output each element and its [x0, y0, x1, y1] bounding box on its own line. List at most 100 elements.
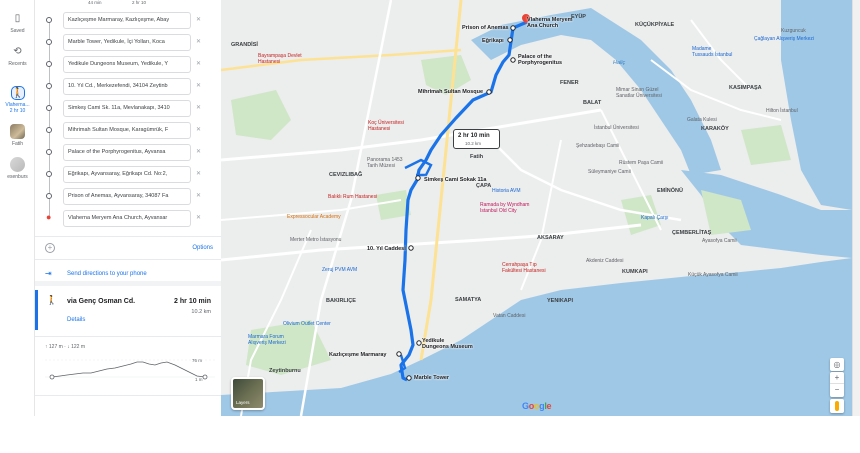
map-label-expressbus[interactable]: Expressocular Academy — [287, 214, 341, 220]
map-label-sehzade[interactable]: Şehzadebaşı Camii — [576, 143, 619, 149]
remove-stop-icon[interactable]: ✕ — [196, 214, 201, 221]
remove-stop-icon[interactable]: ✕ — [196, 16, 201, 23]
map-label-bayrampasa[interactable]: Bayrampaşa Devlet Hastanesi — [258, 53, 302, 65]
route-callout[interactable]: 2 hr 10 min 10.2 km — [453, 129, 500, 149]
google-logo: Google — [522, 401, 552, 411]
map-label-rustem[interactable]: Rüstem Paşa Camii — [619, 160, 663, 166]
zoom-in-button[interactable]: + — [830, 372, 844, 384]
map-label-mihrimah[interactable]: Mihrimah Sultan Mosque — [418, 89, 483, 95]
rail-saved-label: Saved — [10, 28, 25, 34]
map-label-cerrahpasa[interactable]: Cerrahpaşa Tıp Fakültesi Hastanesi — [502, 262, 546, 274]
callout-distance: 10.2 km — [465, 141, 482, 146]
map-label-mimar[interactable]: Mimar Sinan Güzel Sanatlar Üniversitesi — [616, 87, 662, 99]
stop-input[interactable]: 10. Yıl Cd., Merkezefendi, 34104 Zeytinb — [63, 78, 191, 95]
map-label-balikli[interactable]: Balıklı Rum Hastanesi — [328, 194, 377, 200]
remove-stop-icon[interactable]: ✕ — [196, 192, 201, 199]
route-option[interactable]: 🚶 via Genç Osman Cd. 2 hr 10 min 10.2 km… — [35, 290, 221, 330]
phone-send-icon: ⇥ — [45, 269, 52, 278]
map-label-onuncu[interactable]: 10. Yıl Caddesi — [367, 246, 406, 252]
map-label-caglayan[interactable]: Çağlayan Alışveriş Merkezi — [754, 36, 814, 42]
waypoint-dot-icon — [46, 171, 52, 177]
map-label-galata[interactable]: Galata Kulesi — [687, 117, 717, 123]
waypoint-dot-icon — [46, 39, 52, 45]
stop-input[interactable]: Yedikule Dungeons Museum, Yedikule, Y — [63, 56, 191, 73]
stop-input[interactable]: Marble Tower, Yedikule, İçi Yolları, Koc… — [63, 34, 191, 51]
remove-stop-icon[interactable]: ✕ — [196, 170, 201, 177]
app-window: ▯ Saved ⟲ Recents 🚶 Vlaherna... 2 hr 10 … — [0, 0, 860, 416]
send-directions-row[interactable]: ⇥ Send directions to your phone — [35, 261, 221, 286]
map-label-merter[interactable]: Merter Metro İstasyonu — [290, 237, 341, 243]
map-label-zeruj[interactable]: Zeruj PVM AVM — [322, 267, 357, 273]
map-label-istanbul-uni[interactable]: İstanbul Üniversitesi — [594, 125, 639, 131]
rail-place-fatih[interactable]: Fatih — [0, 124, 35, 147]
map-label-kucukayasofya[interactable]: Küçük Ayasofya Camii — [688, 272, 738, 278]
place-thumbnail — [10, 157, 25, 172]
remove-stop-icon[interactable]: ✕ — [196, 38, 201, 45]
layers-button[interactable]: Layers — [231, 377, 265, 410]
waypoint-dot-icon — [46, 105, 52, 111]
destination-input[interactable]: Vlaherna Meryem Ana Church, Ayvansar — [63, 210, 191, 227]
mode-time-right[interactable]: 2 hr 10 — [132, 0, 146, 5]
stop-input[interactable]: Eğrikapı, Ayvansaray, Eğrikapı Cd. No:2, — [63, 166, 191, 183]
options-row: + Options — [35, 236, 221, 260]
elevation-profile: ↑ 127 m · ↓ 122 m 76 m 1 m — [35, 336, 221, 391]
map-label-palace[interactable]: Palace of the Porphyrogenitus — [518, 54, 562, 66]
map-label-kazlicesme[interactable]: Kazlıçeşme Marmaray — [329, 352, 386, 358]
route-details-link[interactable]: Details — [67, 317, 85, 323]
map-label-bakirkoy: BAKIRLIÇE — [326, 298, 356, 304]
zoom-out-button[interactable]: − — [830, 384, 844, 396]
stop-input[interactable]: Palace of the Porphyrogenitus, Ayvansa — [63, 144, 191, 161]
remove-stop-icon[interactable]: ✕ — [196, 104, 201, 111]
map-label-yedikule[interactable]: Yedikule Dungeons Museum — [422, 338, 473, 350]
stop-input[interactable]: Simkeş Cami Sk. 11a, Mevlanakapı, 3410 — [63, 100, 191, 117]
rail-current-route[interactable]: 🚶 Vlaherna... 2 hr 10 — [0, 86, 35, 114]
map-label-prison[interactable]: Prison of Anemas — [462, 25, 509, 31]
walking-icon: 🚶 — [46, 295, 58, 305]
street-view-pegman[interactable] — [830, 399, 844, 413]
map-label-eyup: EYÜP — [571, 14, 586, 20]
page-scrollbar[interactable] — [852, 0, 860, 416]
panel-footer — [35, 395, 221, 416]
rail-recents[interactable]: ⟲ Recents — [0, 45, 35, 67]
add-stop-icon[interactable]: + — [45, 243, 55, 253]
send-directions-link[interactable]: Send directions to your phone — [67, 271, 147, 277]
map-label-fener: FENER — [560, 80, 579, 86]
stop-input[interactable]: Kazlıçeşme Marmaray, Kazlıçeşme, Abay — [63, 12, 191, 29]
map-canvas[interactable]: 2 hr 10 min 10.2 km Vlaherna Meryem Ana … — [221, 0, 852, 416]
options-button[interactable]: Options — [192, 245, 213, 251]
stop-row: Marble Tower, Yedikule, İçi Yolları, Koc… — [44, 34, 214, 51]
map-label-sulemaniye[interactable]: Süleymaniye Camii — [588, 169, 631, 175]
map-label-koc[interactable]: Koç Üniversitesi Hastanesi — [368, 120, 404, 132]
map-label-panorama[interactable]: Panorama 1453 Tarih Müzesi — [367, 157, 403, 169]
remove-stop-icon[interactable]: ✕ — [196, 82, 201, 89]
map-label-ayasofya[interactable]: Ayasofya Camii — [702, 238, 737, 244]
map-label-olivium[interactable]: Olivium Outlet Center — [283, 321, 331, 327]
remove-stop-icon[interactable]: ✕ — [196, 126, 201, 133]
map-label-kapali[interactable]: Kapalı Çarşı — [641, 215, 669, 221]
my-location-button[interactable]: ◎ — [830, 358, 844, 371]
stop-input[interactable]: Mihrimah Sultan Mosque, Karagümrük, F — [63, 122, 191, 139]
map-label-ramada[interactable]: Ramada by Wyndham Istanbul Old City — [480, 202, 529, 214]
bookmark-icon: ▯ — [14, 13, 21, 24]
rail-saved[interactable]: ▯ Saved — [0, 12, 35, 34]
rail-place-esenburs[interactable]: esenburs — [0, 157, 35, 180]
stop-row: Eğrikapı, Ayvansaray, Eğrikapı Cd. No:2,… — [44, 166, 214, 183]
stop-input[interactable]: Prison of Anemas, Ayvansaray, 34087 Fa — [63, 188, 191, 205]
map-label-marble[interactable]: Marble Tower — [414, 375, 449, 381]
remove-stop-icon[interactable]: ✕ — [196, 60, 201, 67]
map-label-egrikapi[interactable]: Eğrikapı — [482, 38, 504, 44]
remove-stop-icon[interactable]: ✕ — [196, 148, 201, 155]
waypoint-dot-icon — [46, 17, 52, 23]
walking-icon: 🚶 — [10, 86, 25, 100]
map-label-marmara[interactable]: Marmara Forum Alışveriş Merkezi — [248, 334, 286, 346]
elevation-min-label: 1 m — [195, 377, 203, 382]
map-label-capitol[interactable]: Hilton İstanbul — [766, 108, 798, 114]
plus-icon: + — [834, 373, 840, 382]
map-label-madame[interactable]: Madame Tussauds İstanbul — [692, 46, 732, 58]
map-label-vlaherna[interactable]: Vlaherna Meryem Ana Church — [527, 17, 573, 29]
map-label-kasimpasa: KASIMPAŞA — [729, 85, 762, 91]
map-label-balat: BALAT — [583, 100, 602, 106]
map-label-grandisi: GRANDİSİ — [231, 42, 258, 48]
map-label-historia[interactable]: Historia AVM — [492, 188, 521, 194]
mode-time-left[interactable]: 44 min — [88, 0, 102, 5]
